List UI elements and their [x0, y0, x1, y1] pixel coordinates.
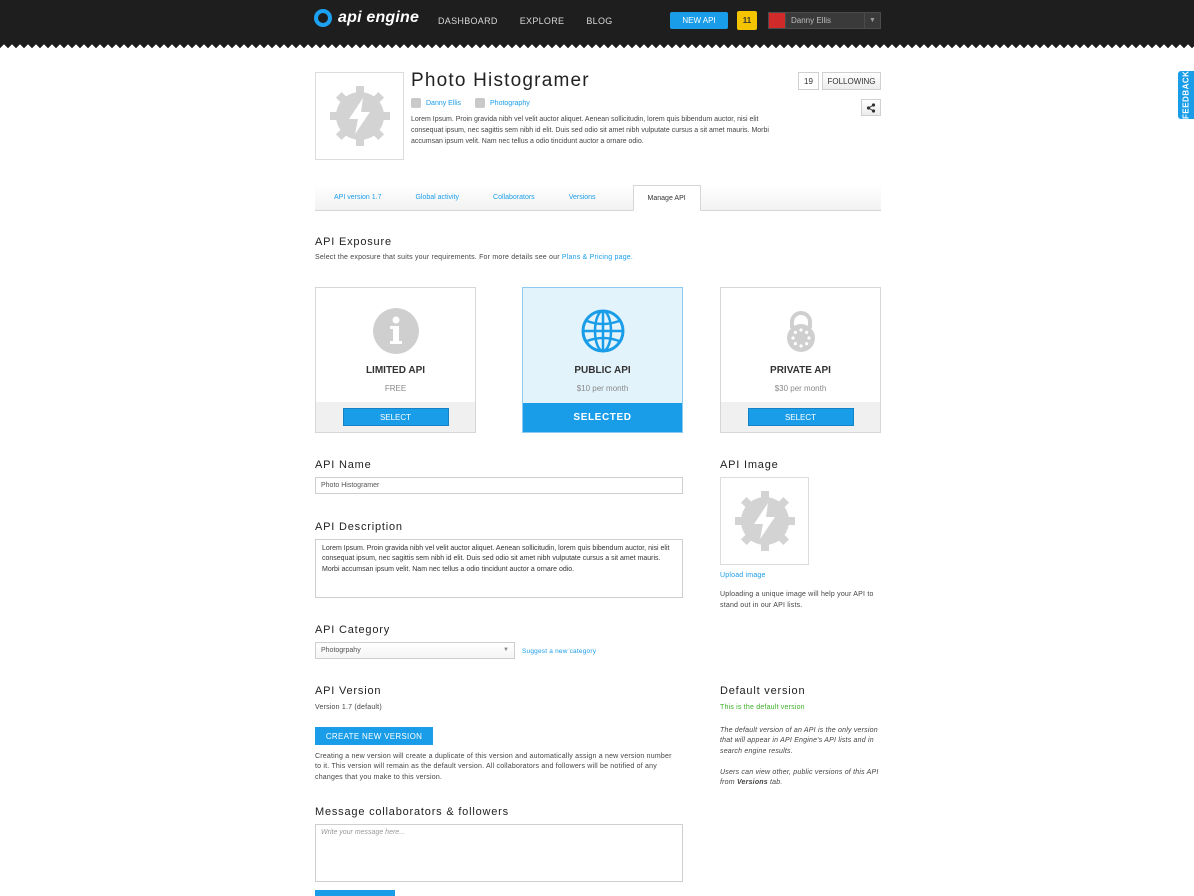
bolt-gear-icon: [329, 86, 390, 146]
category-name: Photography: [490, 99, 530, 107]
api-description-textarea[interactable]: Lorem Ipsum. Proin gravida nibh vel veli…: [315, 539, 683, 598]
version-value: Version 1.7 (default): [315, 704, 382, 711]
api-image-preview: [720, 477, 809, 565]
tab-versions[interactable]: Versions: [552, 185, 613, 210]
default-version-status: This is the default version: [720, 704, 805, 711]
versions-tab-ref: Versions: [736, 779, 768, 787]
exposure-subtitle: Select the exposure that suits your requ…: [315, 253, 633, 263]
main-nav: DASHBOARD EXPLORE BLOG: [438, 16, 613, 26]
message-label: Message collaborators & followers: [315, 806, 509, 818]
followers-count: 19: [798, 72, 819, 90]
plan-price: FREE: [384, 384, 407, 393]
globe-icon: [581, 309, 625, 353]
send-message-button[interactable]: [315, 890, 395, 896]
exposure-subtitle-text: Select the exposure that suits your requ…: [315, 254, 560, 261]
share-button[interactable]: [861, 99, 881, 116]
chevron-down-icon: ▼: [503, 647, 509, 653]
logo[interactable]: api engine: [314, 9, 419, 27]
tag-icon: [475, 98, 486, 108]
new-api-button[interactable]: NEW API: [670, 12, 728, 29]
plan-limited[interactable]: LIMITED API FREE SELECT: [315, 287, 476, 433]
nav-dashboard[interactable]: DASHBOARD: [438, 16, 498, 26]
create-version-button[interactable]: CREATE NEW VERSION: [315, 727, 433, 745]
api-image-label: API Image: [720, 459, 779, 471]
author-name: Danny Ellis: [426, 99, 462, 107]
api-category-label: API Category: [315, 624, 391, 636]
api-thumbnail: [315, 72, 404, 160]
plan-name: LIMITED API: [365, 365, 426, 376]
api-name-input[interactable]: Photo Histogramer: [315, 477, 683, 494]
suggest-category-link[interactable]: Suggest a new category: [522, 647, 596, 657]
api-description-label: API Description: [315, 521, 403, 533]
following-button[interactable]: FOLLOWING: [822, 72, 881, 90]
avatar: [769, 13, 786, 28]
version-help-text: Creating a new version will create a dup…: [315, 753, 672, 781]
api-meta: Danny Ellis Photography: [411, 98, 530, 108]
category-link[interactable]: Photography: [475, 98, 530, 108]
plan-footer: SELECT: [721, 402, 880, 432]
user-menu[interactable]: Danny Ellis ▼: [768, 12, 881, 29]
chevron-down-icon[interactable]: ▼: [864, 13, 880, 28]
api-name-label: API Name: [315, 459, 372, 471]
share-icon: [866, 102, 876, 113]
top-bar: api engine DASHBOARD EXPLORE BLOG NEW AP…: [0, 0, 1194, 49]
lock-icon: [787, 311, 815, 352]
tab-api-version[interactable]: API version 1.7: [315, 185, 398, 210]
plan-public[interactable]: PUBLIC API $10 per month SELECTED: [522, 287, 683, 433]
plan-price: $30 per month: [774, 384, 827, 393]
tab-collaborators[interactable]: Collaborators: [476, 185, 552, 210]
tab-bar: API version 1.7 Global activity Collabor…: [315, 185, 881, 211]
user-name: Danny Ellis: [791, 16, 832, 25]
default-version-title: Default version: [720, 685, 806, 697]
select-private-button[interactable]: SELECT: [747, 408, 854, 426]
plan-private[interactable]: PRIVATE API $30 per month SELECT: [720, 287, 881, 433]
plan-name: PRIVATE API: [770, 365, 831, 376]
message-textarea[interactable]: Write your message here...: [315, 824, 683, 882]
api-version-label: API Version: [315, 685, 382, 697]
plan-footer: SELECT: [316, 402, 475, 432]
default-version-help: The default version of an API is the onl…: [720, 727, 878, 755]
tab-manage-api[interactable]: Manage API: [632, 185, 701, 211]
notification-badge[interactable]: 11: [737, 11, 757, 30]
category-select-value: Photogrpahy: [321, 647, 361, 654]
zigzag-divider: [0, 43, 1194, 49]
plan-footer[interactable]: SELECTED: [523, 403, 682, 432]
versions-help-suffix: tab.: [767, 779, 783, 787]
nav-explore[interactable]: EXPLORE: [520, 16, 565, 26]
gear-logo-icon: [314, 9, 332, 27]
select-limited-button[interactable]: SELECT: [342, 408, 449, 426]
plans-pricing-link[interactable]: Plans & Pricing page.: [562, 254, 633, 261]
image-help-text: Uploading a unique image will help your …: [720, 591, 874, 609]
nav-blog[interactable]: BLOG: [586, 16, 612, 26]
exposure-title: API Exposure: [315, 236, 392, 248]
selected-label: SELECTED: [573, 412, 632, 423]
api-description: Lorem Ipsum. Proin gravida nibh vel veli…: [411, 116, 769, 145]
upload-image-link[interactable]: Upload image: [720, 571, 766, 581]
page-title: Photo Histogramer: [411, 70, 590, 91]
plan-name: PUBLIC API: [574, 365, 631, 376]
plan-price: $10 per month: [576, 384, 629, 393]
feedback-tab[interactable]: FEEDBACK: [1178, 71, 1194, 119]
category-select[interactable]: Photogrpahy ▼: [315, 642, 515, 659]
logo-text: api engine: [338, 9, 420, 26]
tab-global-activity[interactable]: Global activity: [398, 185, 476, 210]
bolt-gear-icon: [734, 491, 795, 551]
author-link[interactable]: Danny Ellis: [411, 98, 461, 108]
info-icon: [373, 308, 419, 354]
versions-tab-help: Users can view other, public versions of…: [720, 768, 880, 789]
user-icon: [411, 98, 421, 108]
